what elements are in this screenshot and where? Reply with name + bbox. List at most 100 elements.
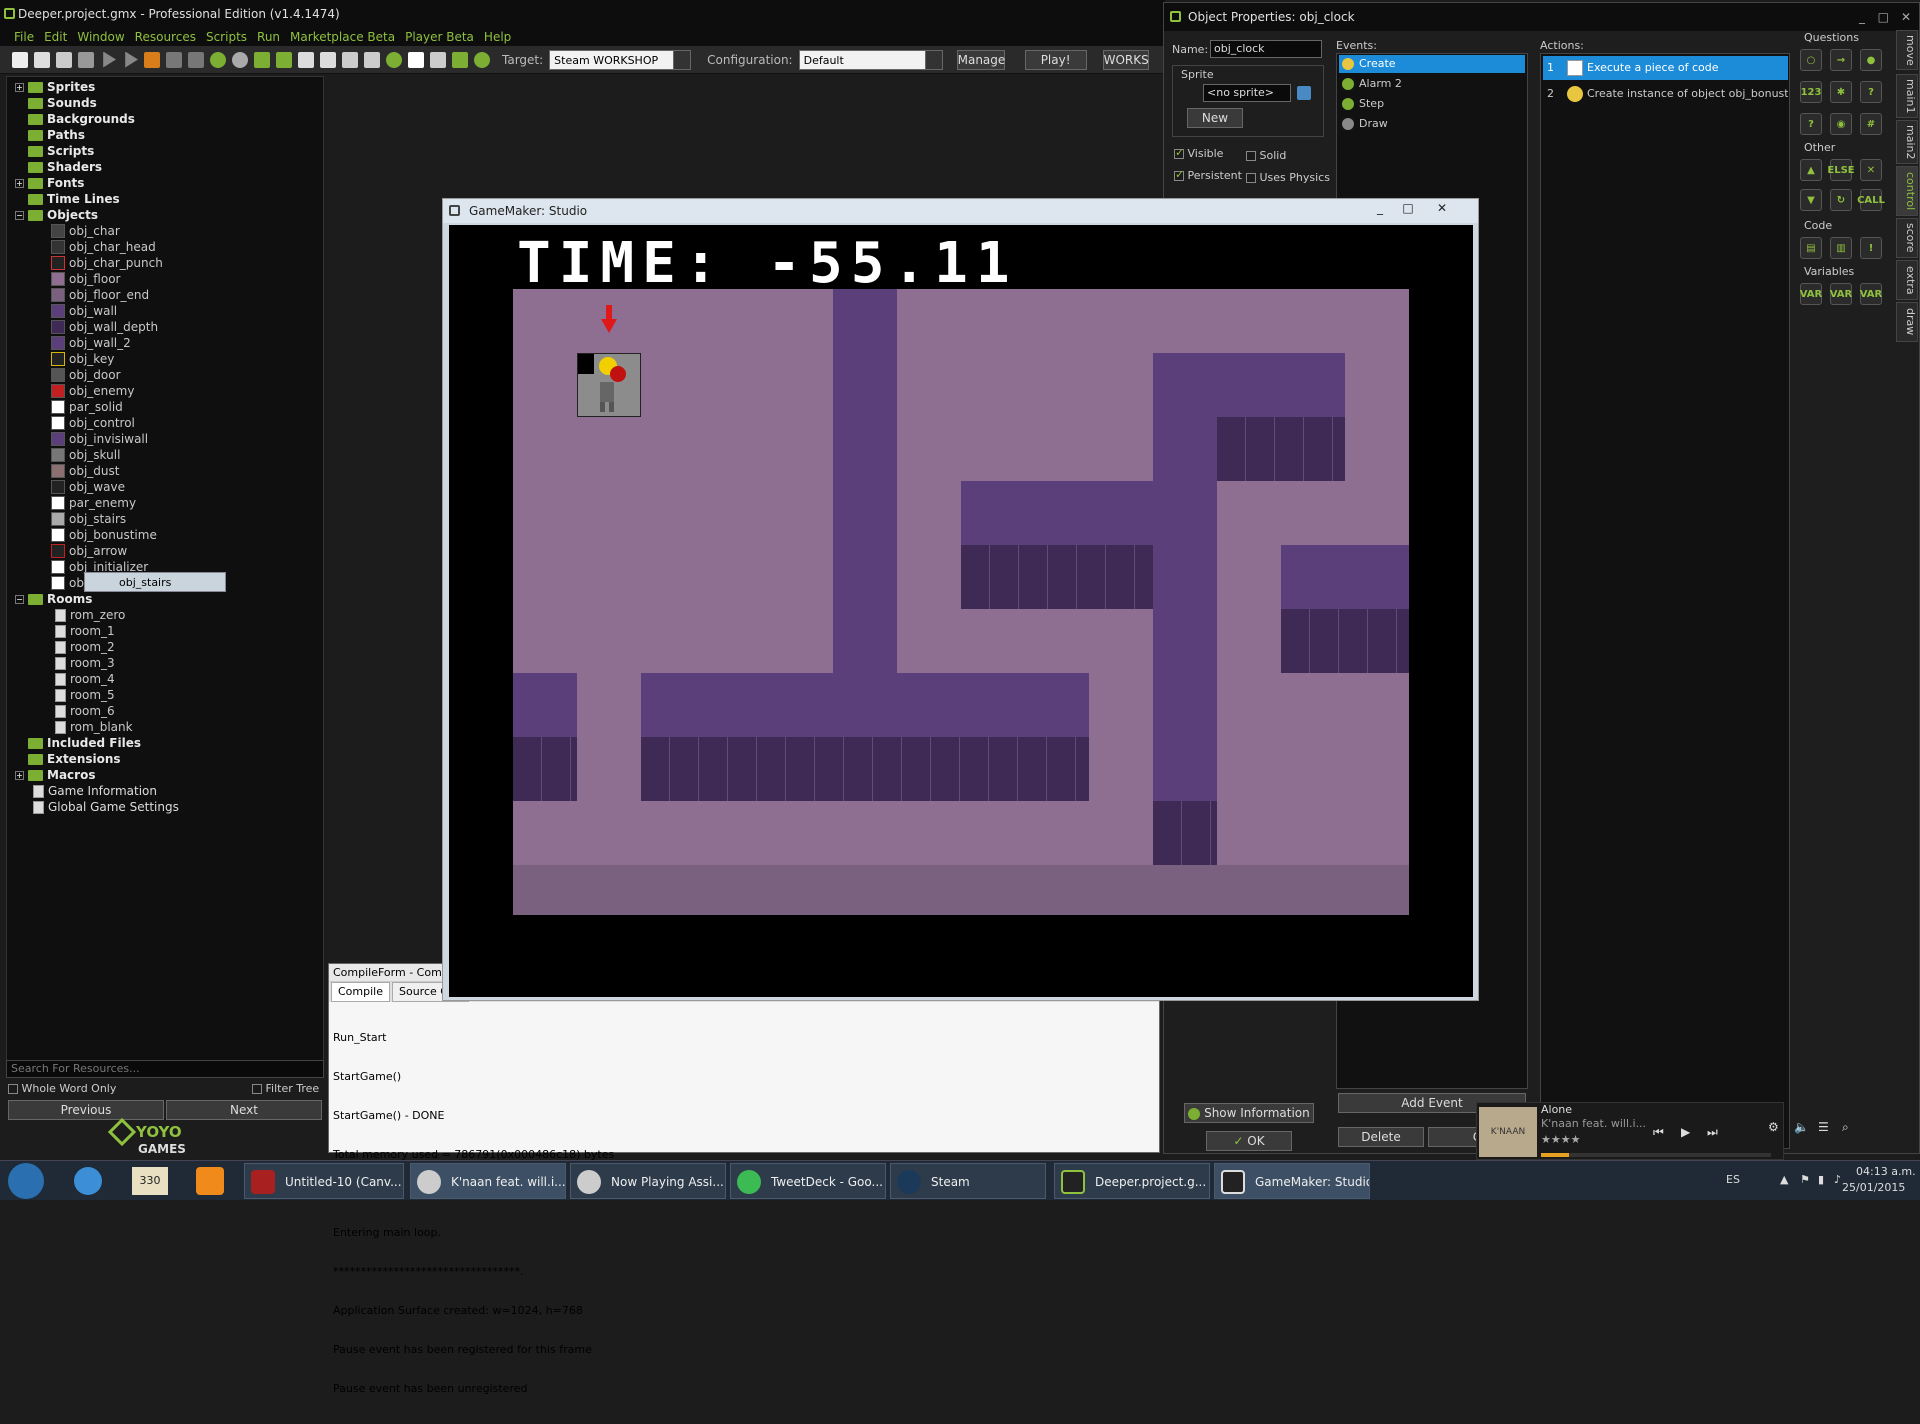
tree-object-item[interactable]: obj_door bbox=[51, 367, 121, 383]
tree-room-item[interactable]: room_3 bbox=[55, 655, 115, 671]
menu-edit[interactable]: Edit bbox=[44, 28, 67, 46]
end-block-icon[interactable]: ▼ bbox=[1800, 189, 1822, 211]
check-collision-icon[interactable]: → bbox=[1830, 49, 1852, 71]
tree-global-game-settings[interactable]: Global Game Settings bbox=[33, 799, 179, 815]
task-now-playing[interactable]: Now Playing Assi... bbox=[570, 1163, 726, 1199]
tree-object-item[interactable]: par_enemy bbox=[51, 495, 136, 511]
tree-object-item[interactable]: obj_char_punch bbox=[51, 255, 163, 271]
tree-folder-included-files[interactable]: Included Files bbox=[28, 735, 141, 751]
maximize-icon[interactable]: □ bbox=[1394, 199, 1422, 217]
event-alarm-2[interactable]: Alarm 2 bbox=[1339, 75, 1525, 93]
collapse-icon[interactable]: − bbox=[15, 594, 24, 604]
task-knaan[interactable]: K'naan feat. will.i.... bbox=[410, 1163, 566, 1199]
call-event-icon[interactable]: CALL bbox=[1857, 189, 1885, 211]
tree-folder-extensions[interactable]: Extensions bbox=[28, 751, 121, 767]
tree-folder-scripts[interactable]: Scripts bbox=[28, 143, 94, 159]
create-font-icon[interactable] bbox=[342, 51, 358, 68]
tree-folder-macros[interactable]: + Macros bbox=[15, 767, 95, 783]
task-gamemaker-studio[interactable]: GameMaker: Studio bbox=[1214, 1163, 1370, 1199]
show-information-button[interactable]: Show Information bbox=[1184, 1103, 1314, 1123]
task-untitled[interactable]: Untitled-10 (Canv... bbox=[244, 1163, 404, 1199]
clock-time[interactable]: 04:13 a.m. bbox=[1856, 1165, 1916, 1178]
open-project-icon[interactable] bbox=[34, 51, 50, 68]
solid-toggle[interactable]: Solid bbox=[1246, 149, 1286, 162]
tree-folder-shaders[interactable]: Shaders bbox=[28, 159, 102, 175]
config-select[interactable]: Default bbox=[798, 49, 943, 70]
new-sprite-button[interactable]: New bbox=[1187, 108, 1243, 128]
task-steam[interactable]: Steam bbox=[890, 1163, 1046, 1199]
create-sprite-icon[interactable] bbox=[210, 51, 226, 68]
test-variable-icon[interactable]: VAR bbox=[1830, 283, 1852, 305]
tree-object-item[interactable]: obj_bonustime bbox=[51, 527, 157, 543]
persistent-checkbox[interactable] bbox=[1174, 168, 1184, 181]
event-step[interactable]: Step bbox=[1339, 95, 1525, 113]
previous-button[interactable]: Previous bbox=[8, 1100, 164, 1120]
play-button[interactable]: Play! bbox=[1024, 49, 1087, 70]
task-deeper-project[interactable]: Deeper.project.g... bbox=[1054, 1163, 1210, 1199]
tree-folder-sounds[interactable]: Sounds bbox=[28, 95, 97, 111]
new-project-icon[interactable] bbox=[12, 51, 28, 68]
create-room-icon[interactable] bbox=[408, 51, 424, 68]
filter-tree-checkbox[interactable] bbox=[252, 1084, 262, 1094]
manage-button[interactable]: Manage bbox=[956, 49, 1005, 70]
test-chance-icon[interactable]: ✱ bbox=[1830, 81, 1852, 103]
sprite-browse-icon[interactable] bbox=[1297, 86, 1311, 100]
uses-physics-toggle[interactable]: Uses Physics bbox=[1246, 171, 1330, 184]
whole-word-toggle[interactable]: Whole Word Only bbox=[8, 1082, 116, 1095]
exit-event-icon[interactable]: ✕ bbox=[1860, 159, 1882, 181]
event-draw[interactable]: Draw bbox=[1339, 115, 1525, 133]
menu-icon[interactable]: ☰ bbox=[1818, 1120, 1829, 1134]
set-variable-icon[interactable]: VAR bbox=[1800, 283, 1822, 305]
tree-object-item[interactable]: obj_control bbox=[51, 415, 135, 431]
tree-object-item[interactable]: obj_key bbox=[51, 351, 114, 367]
settings-gear-icon[interactable]: ⚙ bbox=[1768, 1120, 1779, 1134]
tree-folder-timelines[interactable]: Time Lines bbox=[28, 191, 120, 207]
persistent-toggle[interactable]: Persistent bbox=[1174, 168, 1242, 182]
check-question-icon[interactable]: ? bbox=[1860, 81, 1882, 103]
next-track-icon[interactable]: ⏭ bbox=[1707, 1125, 1718, 1140]
maximize-icon[interactable]: □ bbox=[1878, 3, 1889, 31]
tree-object-item[interactable]: obj_floor bbox=[51, 271, 120, 287]
tree-room-item[interactable]: room_4 bbox=[55, 671, 115, 687]
sprite-select[interactable]: <no sprite> bbox=[1203, 84, 1291, 102]
menu-resources[interactable]: Resources bbox=[135, 28, 196, 46]
else-icon[interactable]: ELSE bbox=[1827, 159, 1855, 181]
close-icon[interactable]: ✕ bbox=[1901, 3, 1911, 31]
whole-word-checkbox[interactable] bbox=[8, 1084, 18, 1094]
expand-icon[interactable]: + bbox=[15, 82, 24, 92]
menu-run[interactable]: Run bbox=[257, 28, 280, 46]
tree-folder-paths[interactable]: Paths bbox=[28, 127, 85, 143]
create-timeline-icon[interactable] bbox=[364, 51, 380, 68]
next-button[interactable]: Next bbox=[166, 1100, 322, 1120]
tab-compile[interactable]: Compile bbox=[331, 982, 390, 1002]
minimize-icon[interactable]: _ bbox=[1859, 3, 1865, 31]
action-row[interactable]: 2 Create instance of object obj_bonustim… bbox=[1543, 82, 1788, 106]
tree-object-item[interactable]: obj_skull bbox=[51, 447, 120, 463]
tree-object-item[interactable]: obj_wall bbox=[51, 303, 117, 319]
tree-object-item[interactable]: obj_char bbox=[51, 223, 120, 239]
tab-extra[interactable]: extra bbox=[1896, 260, 1918, 300]
expand-icon[interactable]: + bbox=[15, 178, 24, 188]
test-expression-icon[interactable]: ? bbox=[1800, 113, 1822, 135]
tree-room-item[interactable]: room_5 bbox=[55, 687, 115, 703]
create-background-icon[interactable] bbox=[254, 51, 270, 68]
save-icon[interactable] bbox=[56, 51, 72, 68]
execute-code-icon[interactable]: ▤ bbox=[1800, 237, 1822, 259]
close-icon[interactable]: ✕ bbox=[1422, 199, 1462, 217]
tree-game-information[interactable]: Game Information bbox=[33, 783, 157, 799]
ok-button[interactable]: ✓ OK bbox=[1206, 1131, 1292, 1151]
physics-checkbox[interactable] bbox=[1246, 173, 1256, 183]
tab-draw[interactable]: draw bbox=[1896, 302, 1918, 342]
quick-launch-item[interactable]: 330 bbox=[132, 1167, 168, 1195]
network-icon[interactable]: ▮ bbox=[1818, 1173, 1824, 1186]
tree-folder-sprites[interactable]: + Sprites bbox=[15, 79, 95, 95]
help-icon[interactable] bbox=[474, 51, 490, 68]
volume-icon[interactable]: 🔈 bbox=[1794, 1120, 1809, 1134]
tree-object-item[interactable]: obj_enemy bbox=[51, 383, 134, 399]
visible-checkbox[interactable] bbox=[1174, 146, 1184, 159]
create-sound-icon[interactable] bbox=[232, 51, 248, 68]
expand-icon[interactable]: + bbox=[15, 770, 24, 780]
tab-score[interactable]: score bbox=[1896, 218, 1918, 258]
check-grid-icon[interactable]: # bbox=[1860, 113, 1882, 135]
clean-icon[interactable] bbox=[166, 51, 182, 68]
